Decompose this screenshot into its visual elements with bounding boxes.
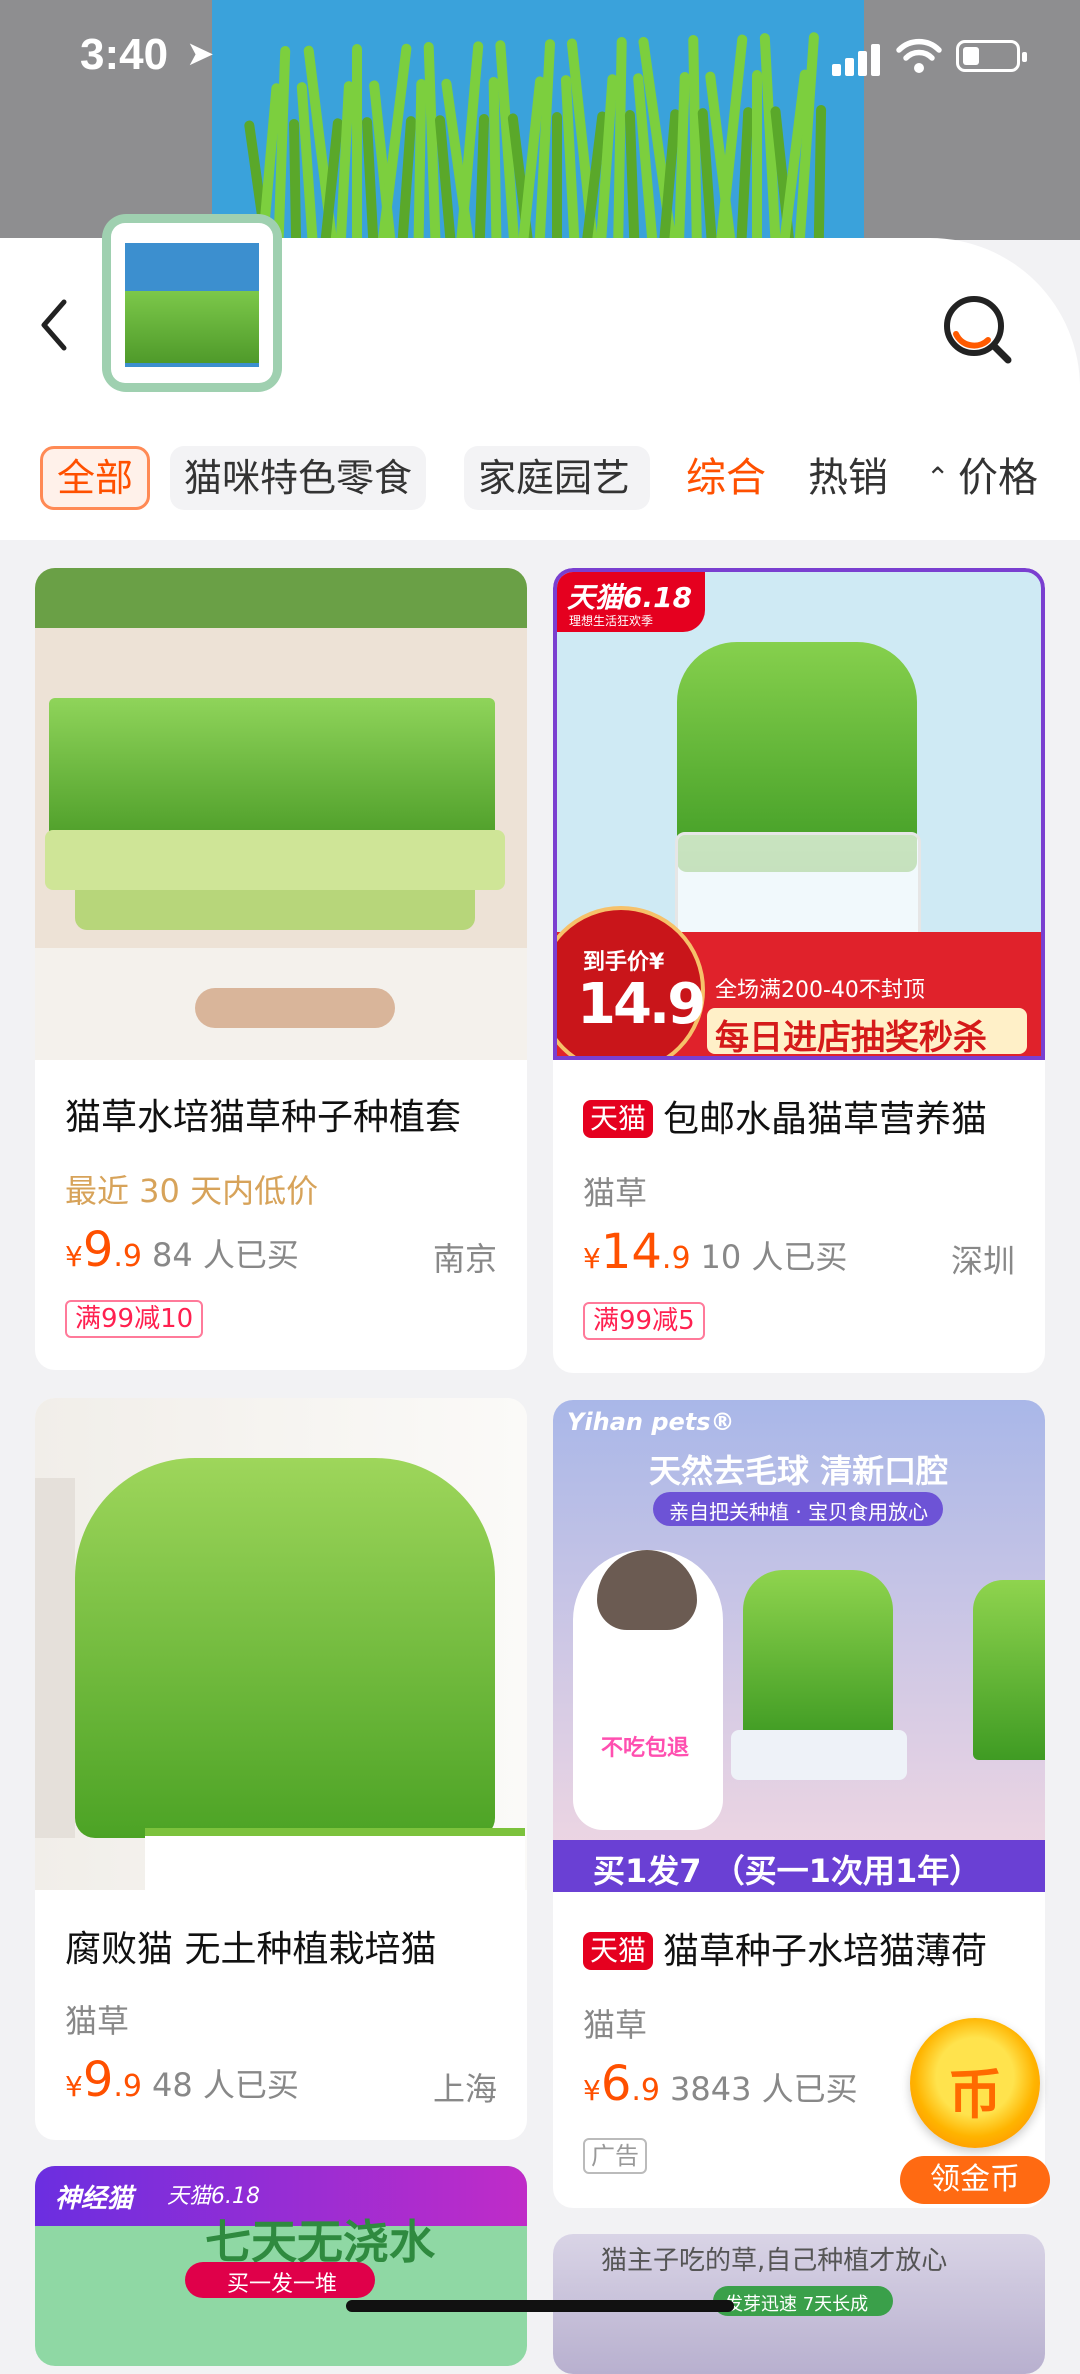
promo-badge: 满99减5 xyxy=(583,1302,705,1340)
sold-count: 48 人已买 xyxy=(152,2066,299,2104)
currency-symbol: ¥ xyxy=(583,1242,601,1275)
grass-blade xyxy=(813,104,826,240)
price-decimal: .9 xyxy=(661,1241,691,1276)
price-integer: 6 xyxy=(600,2056,632,2112)
price-decimal: .9 xyxy=(113,1239,142,1274)
filter-chip-garden[interactable]: 家庭园艺 xyxy=(464,446,650,510)
product-title: 猫草水培猫草种子种植套 xyxy=(65,1088,505,1140)
product-title-text: 包邮水晶猫草营养猫 xyxy=(663,1099,988,1140)
filter-chip-cat-snacks[interactable]: 猫咪特色零食 xyxy=(170,446,427,510)
headline-text: 天然去毛球 清新口腔 xyxy=(649,1452,949,1490)
grass-blade xyxy=(552,112,562,240)
sold-count: 3843 人已买 xyxy=(670,2070,858,2108)
status-time: 3:40 xyxy=(80,30,169,79)
seller-city: 上海 xyxy=(432,2070,497,2108)
sub-text: 发芽迅速 7天长成 xyxy=(725,2294,869,2315)
product-subtitle: 猫草 xyxy=(65,2002,130,2040)
brand-text: 神经猫 xyxy=(55,2184,134,2214)
product-price: ¥6.9 3843 人已买 xyxy=(583,2056,858,2112)
status-bar: 3:40 ➤ xyxy=(0,0,1080,110)
camera-search-icon[interactable] xyxy=(938,290,1018,370)
filter-bar: 全部 猫咪特色零食 家庭园艺 综合 热销 ⌃ 价格 xyxy=(0,430,1080,530)
grass-blade xyxy=(736,106,753,240)
event-slogan-text: 理想生活狂欢季 xyxy=(569,614,654,628)
grass-blade xyxy=(474,113,490,240)
sort-price[interactable]: 价格 xyxy=(958,446,1038,510)
ad-label: 广告 xyxy=(583,2138,647,2174)
product-price: ¥14.9 10 人已买 xyxy=(583,1224,847,1280)
sold-count: 10 人已买 xyxy=(700,1238,848,1276)
event-logo-text: 天猫6.18 xyxy=(567,581,693,614)
product-image: 神经猫 天猫6.18 七天无浇水 买一发一堆 xyxy=(35,2166,527,2366)
tmall-badge: 天猫 xyxy=(583,1932,654,1970)
headline-text: 猫主子吃的草,自己种植才放心 xyxy=(601,2246,948,2276)
sort-arrows-icon: ⌃ xyxy=(926,461,950,494)
product-title: 腐败猫 无土种植栽培猫 xyxy=(65,1920,505,1972)
coin-icon: 币 xyxy=(910,2018,1040,2148)
seller-city: 深圳 xyxy=(950,1242,1015,1280)
hand-price-value: 14.9 xyxy=(577,972,706,1037)
price-decimal: .9 xyxy=(631,2073,660,2108)
product-title-text: 猫草种子水培猫薄荷 xyxy=(663,1931,988,1972)
product-title-text: 腐败猫 无土种植栽培猫 xyxy=(65,1929,437,1970)
product-image xyxy=(35,568,527,1060)
coin-label: 领金币 xyxy=(900,2156,1050,2204)
product-title: 天猫 猫草种子水培猫薄荷 xyxy=(583,1922,1023,1974)
cat-tag-text: 不吃包退 xyxy=(601,1736,690,1761)
product-card[interactable]: 神经猫 天猫6.18 七天无浇水 买一发一堆 xyxy=(35,2166,527,2366)
price-integer: 9 xyxy=(82,2052,114,2108)
price-integer: 9 xyxy=(82,1222,114,1278)
banner-main-text: 每日进店抽奖秒杀 xyxy=(715,1018,987,1058)
product-card[interactable]: 猫草水培猫草种子种植套 最近 30 天内低价 ¥9.9 84 人已买 南京 满99… xyxy=(35,568,527,1370)
product-card[interactable]: 腐败猫 无土种植栽培猫 猫草 ¥9.9 48 人已买 上海 xyxy=(35,1398,527,2140)
search-image-thumbnail[interactable] xyxy=(102,214,282,392)
banner-top-text: 全场满200-40不封顶 xyxy=(715,978,925,1003)
filter-chip-all[interactable]: 全部 xyxy=(40,446,151,510)
grass-blade xyxy=(288,118,301,240)
currency-symbol: ¥ xyxy=(65,1240,83,1273)
product-subtitle: 最近 30 天内低价 xyxy=(65,1172,319,1210)
product-price: ¥9.9 48 人已买 xyxy=(65,2052,299,2108)
location-arrow-icon: ➤ xyxy=(186,34,215,74)
currency-symbol: ¥ xyxy=(583,2074,601,2107)
sort-comprehensive[interactable]: 综合 xyxy=(686,446,766,510)
product-title: 天猫 包邮水晶猫草营养猫 xyxy=(583,1090,1023,1142)
product-subtitle: 猫草 xyxy=(583,2006,648,2044)
banner-text: 买1发7 （买一1次用1年） xyxy=(593,1852,982,1890)
gold-coin-widget[interactable]: 币 领金币 xyxy=(900,2018,1050,2208)
product-image: Yihan pets® 天然去毛球 清新口腔 亲自把关种植 · 宝贝食用放心 不… xyxy=(553,1400,1045,1892)
price-integer: 14 xyxy=(600,1224,662,1280)
tmall-badge: 天猫 xyxy=(583,1100,654,1138)
product-title-text: 猫草水培猫草种子种植套 xyxy=(65,1097,462,1138)
coin-symbol: 币 xyxy=(948,2063,1002,2126)
price-decimal: .9 xyxy=(113,2069,142,2104)
product-subtitle: 猫草 xyxy=(583,1174,648,1212)
product-image xyxy=(35,1398,527,1890)
cellular-signal-icon xyxy=(832,42,882,76)
home-indicator[interactable] xyxy=(346,2300,734,2312)
sub-text: 亲自把关种植 · 宝贝食用放心 xyxy=(669,1500,929,1524)
product-image: 天猫6.18 理想生活狂欢季 到手价¥ 14.9 全场满200-40不封顶 每日… xyxy=(553,568,1045,1060)
brand-text: Yihan pets® xyxy=(567,1408,735,1436)
product-card[interactable]: 天猫6.18 理想生活狂欢季 到手价¥ 14.9 全场满200-40不封顶 每日… xyxy=(553,568,1045,1373)
product-price: ¥9.9 84 人已买 xyxy=(65,1222,299,1278)
currency-symbol: ¥ xyxy=(65,2070,83,2103)
sort-hot-sales[interactable]: 热销 xyxy=(808,446,888,510)
sub-text: 买一发一堆 xyxy=(227,2272,338,2297)
seller-city: 南京 xyxy=(432,1240,497,1278)
sold-count: 84 人已买 xyxy=(152,1236,299,1274)
promo-badge: 满99减10 xyxy=(65,1300,204,1338)
chevron-left-icon[interactable] xyxy=(30,290,80,360)
battery-icon xyxy=(956,40,1027,72)
wifi-icon xyxy=(896,38,942,73)
